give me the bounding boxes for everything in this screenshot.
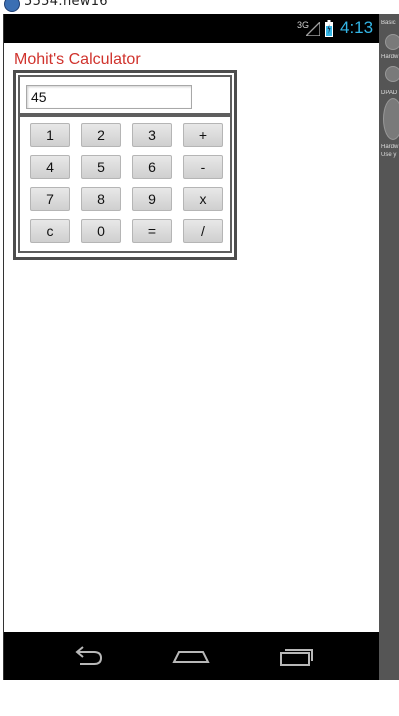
digit-2-key[interactable]: 2 [81, 123, 121, 147]
phone-screen: 3G 4:13 Mohit's Calculator 45 1 2 3 +4 5 6-7 8… [3, 14, 380, 680]
display-field[interactable]: 45 [26, 85, 192, 109]
emulator-title: 5554:new16 [24, 0, 108, 9]
digit-0-key[interactable]: 0 [81, 219, 121, 243]
emulator-title-bar: 5554:new16 [0, 0, 399, 14]
emulator-control-button[interactable] [385, 66, 399, 82]
multiply-key[interactable]: x [183, 187, 223, 211]
side-label: Basic [381, 20, 396, 26]
display-panel: 45 [18, 75, 232, 115]
side-label: Use y [381, 152, 397, 158]
emulator-app-icon [4, 0, 20, 12]
emulator-control-button[interactable] [385, 34, 399, 50]
digit-6-key[interactable]: 6 [132, 155, 172, 179]
status-clock: 4:13 [340, 18, 374, 37]
side-label: DPAD [381, 90, 398, 96]
digit-9-key[interactable]: 9 [132, 187, 172, 211]
digit-3-key[interactable]: 3 [132, 123, 172, 147]
digit-1-key[interactable]: 1 [30, 123, 70, 147]
back-icon[interactable] [68, 642, 108, 670]
calculator: 45 1 2 3 +4 5 6-7 8 9 x c 0 = / [13, 70, 237, 260]
minus-key[interactable]: - [183, 155, 223, 179]
recent-apps-icon[interactable] [276, 642, 316, 670]
emulator-controls-panel: Basic Hardw DPAD Hardw Use y [379, 14, 399, 680]
app-title: Mohit's Calculator [14, 51, 141, 68]
side-label: Hardw [381, 54, 399, 60]
digit-7-key[interactable]: 7 [30, 187, 70, 211]
home-icon[interactable] [171, 642, 211, 670]
side-label: Hardw [381, 144, 399, 150]
divide-key[interactable]: / [183, 219, 223, 243]
dpad-control[interactable] [383, 98, 399, 140]
plus-key[interactable]: + [183, 123, 223, 147]
equals-key[interactable]: = [132, 219, 172, 243]
digit-5-key[interactable]: 5 [81, 155, 121, 179]
keypad: 1 2 3 +4 5 6- 7 8 9 x c 0 = / [18, 115, 232, 253]
digit-8-key[interactable]: 8 [81, 187, 121, 211]
status-bar: 3G 4:13 [4, 14, 380, 43]
battery-icon [325, 20, 333, 37]
navigation-bar [4, 632, 380, 680]
clear-key[interactable]: c [30, 219, 70, 243]
signal-icon [306, 22, 320, 36]
digit-4-key[interactable]: 4 [30, 155, 70, 179]
